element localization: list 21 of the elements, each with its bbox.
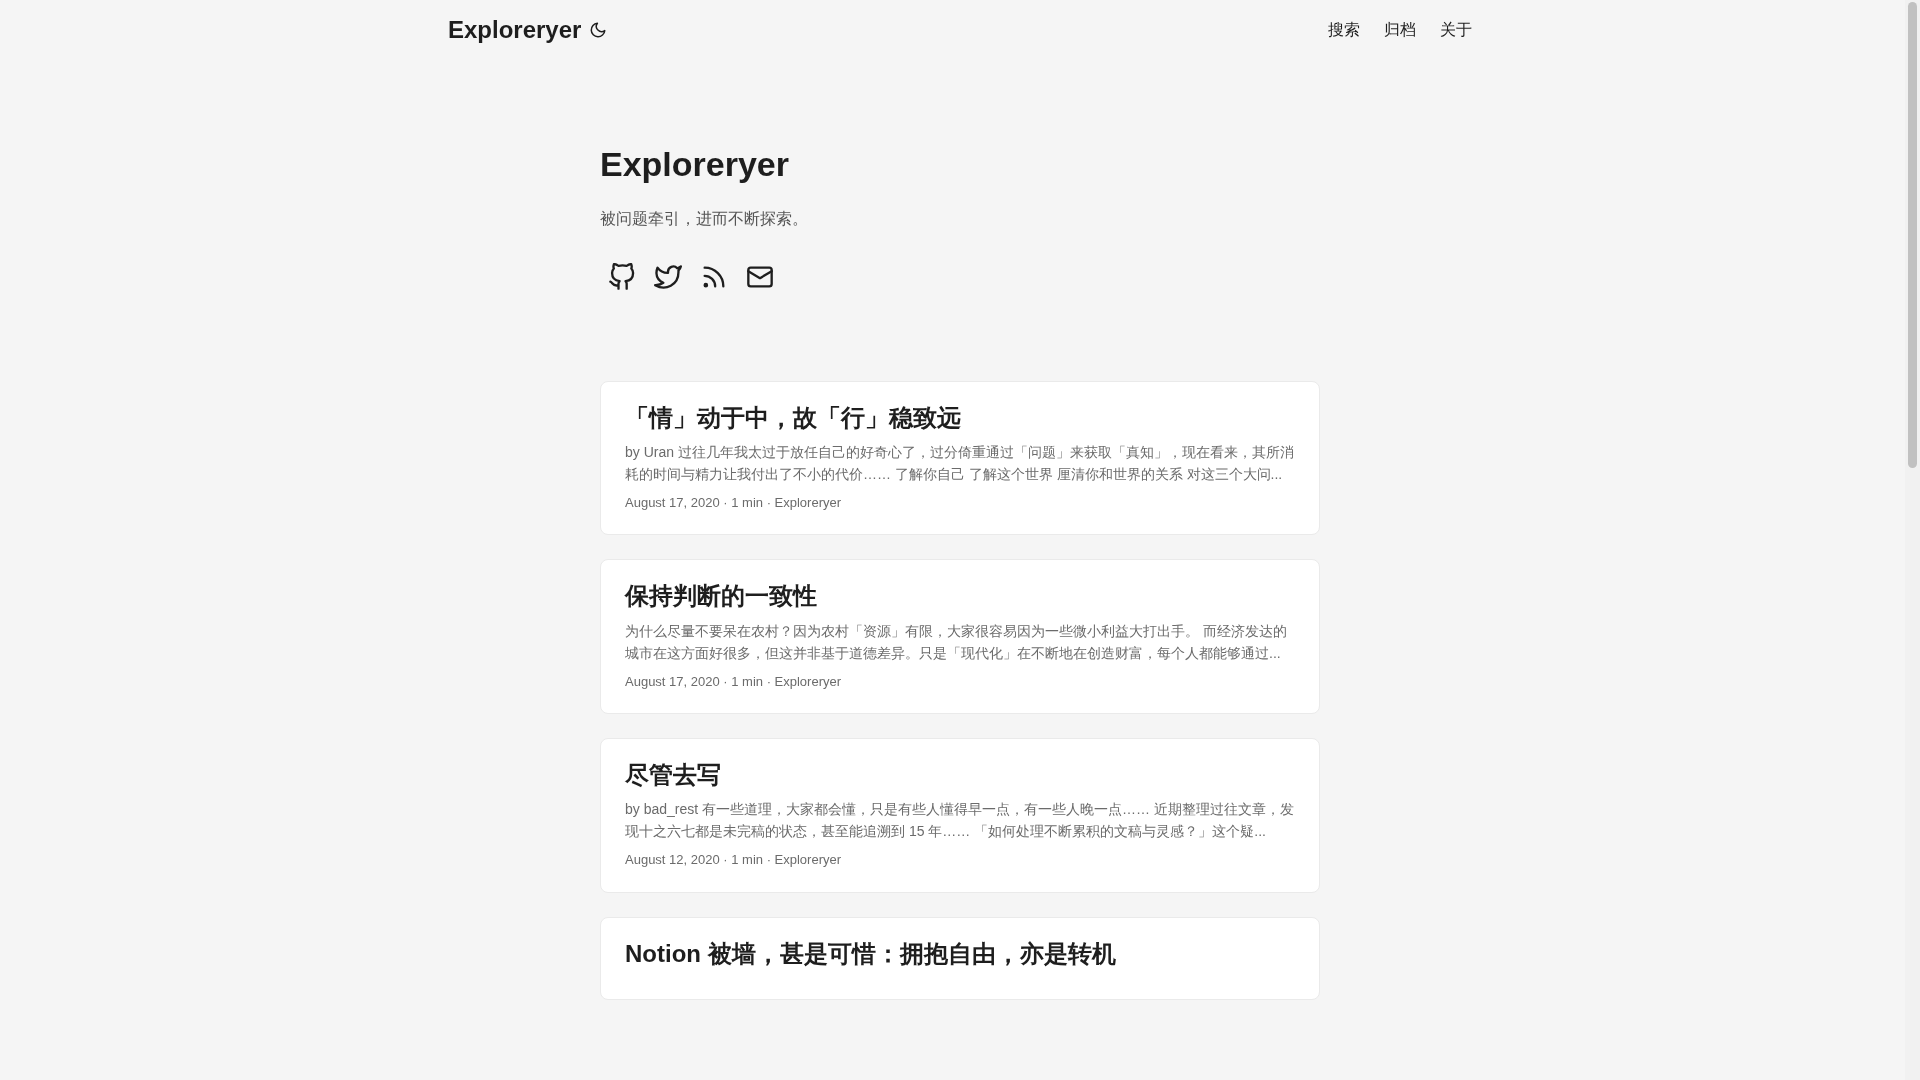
post-title[interactable]: 保持判断的一致性 <box>625 580 1295 612</box>
post-excerpt: by Uran 过往几年我太过于放任自己的好奇心了，过分倚重通过「问题」来获取「真知」，现在看来，其所消耗的时间与精力让我付出了不小的代价…… 了解你自己 了解这个世界 厘清你和世界的关系 对这三个大问... <box>625 443 1295 484</box>
post-title[interactable]: 尽管去写 <box>625 759 1295 791</box>
scrollbar-thumb[interactable] <box>1908 2 1917 468</box>
bird-icon[interactable] <box>654 262 682 291</box>
github-icon[interactable] <box>608 262 636 291</box>
post-title[interactable]: Notion 被墙，甚是可惜：拥抱自由，亦是转机 <box>625 937 1295 970</box>
post-excerpt: by bad_rest 有一些道理，大家都会懂，只是有些人懂得早一点，有一些人晚一点…… 近期整理过往文章，发现十之六七都是未完稿的状态，甚至能追溯到 15 年…… 「如何处理不断累积的文稿与灵感？」这个疑... <box>625 800 1295 842</box>
post-meta: August 17, 2020 · 1 min · Exploreryer <box>625 494 843 512</box>
moon-icon[interactable] <box>589 21 608 39</box>
nav-link[interactable]: 搜索 <box>1328 18 1360 42</box>
post-meta: August 17, 2020 · 1 min · Exploreryer <box>625 672 843 691</box>
post-meta: August 12, 2020 · 1 min · Exploreryer <box>625 851 843 870</box>
post-excerpt: 为什么尽量不要呆在农村？因为农村「资源」有限，大家很容易因为一些微小利益大打出手。 而经济发达的城市在这方面好很多，但这并非基于道德差异。只是「现代化」在不断地在创造财富，每个人都能够通过... <box>625 621 1288 663</box>
scrollbar[interactable] <box>1905 0 1920 1080</box>
nav-link[interactable]: 归档 <box>1384 18 1416 42</box>
nav-link[interactable]: 关于 <box>1440 18 1472 42</box>
page-title: Exploreryer <box>600 144 790 185</box>
site-logo[interactable]: Exploreryer <box>448 12 582 48</box>
post-title[interactable]: 「情」动于中，故「行」稳致远 <box>625 401 1295 433</box>
tagline: 被问题牵引，进而不断探索。 <box>600 208 809 229</box>
